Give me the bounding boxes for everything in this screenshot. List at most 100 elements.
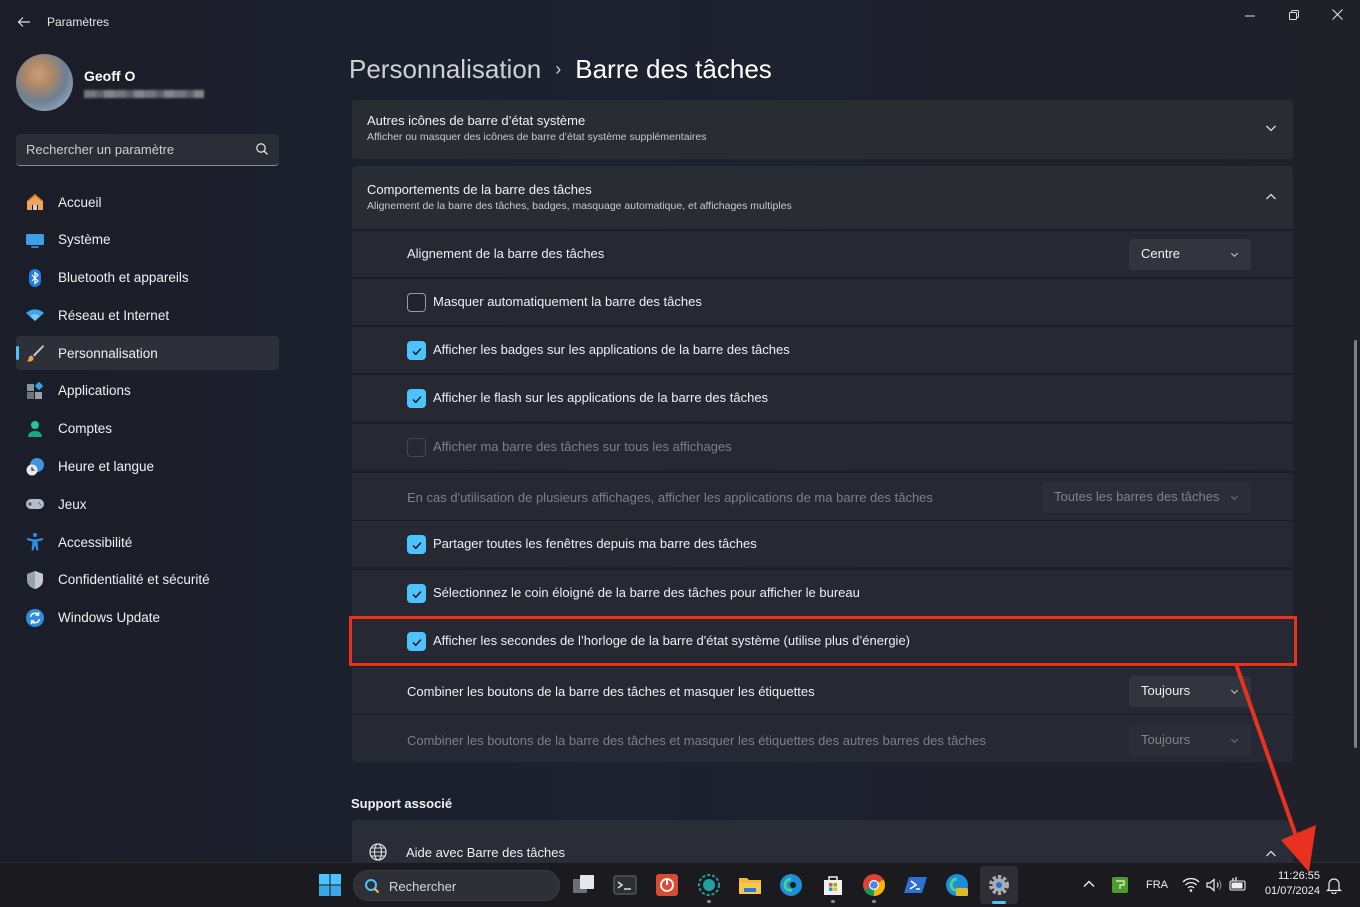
power-app-icon[interactable]	[655, 873, 679, 897]
chevron-down-icon	[1230, 495, 1239, 501]
chevron-up-icon[interactable]	[1265, 848, 1277, 860]
accessibility-icon	[27, 533, 43, 551]
restore-icon	[1289, 10, 1299, 20]
sidebar-item-reseau[interactable]: Réseau et Internet	[16, 298, 279, 332]
user-name: Geoff O	[84, 68, 136, 84]
combine-other-row: Combiner les boutons de la barre des tâc…	[352, 714, 1293, 762]
search-input[interactable]	[16, 134, 279, 165]
auto-hide-checkbox[interactable]	[407, 293, 426, 312]
terminal-icon[interactable]	[613, 873, 637, 897]
title-bar: Paramètres	[0, 0, 1360, 44]
combine-other-dropdown[interactable]: Toujours	[1129, 725, 1251, 756]
store-icon[interactable]	[821, 873, 845, 897]
checkbox-label: Partager toutes les fenêtres depuis ma b…	[433, 536, 757, 551]
battery-icon[interactable]	[1229, 876, 1247, 892]
avatar	[16, 54, 73, 111]
tray-app-icon[interactable]	[1111, 876, 1129, 894]
shield-icon	[27, 570, 43, 589]
sidebar-item-applications[interactable]: Applications	[16, 374, 279, 408]
task-view-icon[interactable]	[572, 873, 596, 897]
badges-row: Afficher les badges sur les applications…	[352, 326, 1293, 373]
all-displays-checkbox[interactable]	[407, 438, 426, 457]
restore-button[interactable]	[1272, 4, 1316, 28]
alignment-value: Centre	[1141, 246, 1181, 261]
taskbar: Rechercher FRA 11:26:55 01/07/2024	[0, 862, 1360, 907]
combine-dropdown[interactable]: Toujours	[1129, 676, 1251, 707]
clock-seconds-row: Afficher les secondes de l’horloge de la…	[352, 617, 1293, 664]
alignment-dropdown[interactable]: Centre	[1129, 239, 1251, 270]
clock-time: 11:26:55	[1277, 870, 1320, 882]
sidebar-item-comptes[interactable]: Comptes	[16, 412, 279, 446]
sidebar-item-jeux[interactable]: Jeux	[16, 487, 279, 521]
multi-display-label: En cas d'utilisation de plusieurs affich…	[407, 490, 933, 505]
clock-seconds-checkbox[interactable]	[407, 632, 426, 651]
sidebar-item-label: Bluetooth et appareils	[58, 270, 189, 286]
badges-checkbox[interactable]	[407, 341, 426, 360]
alignment-label: Alignement de la barre des tâches	[407, 246, 605, 261]
language-indicator[interactable]: FRA	[1146, 879, 1168, 891]
edge-canary-icon[interactable]	[945, 873, 969, 897]
close-button[interactable]	[1315, 4, 1359, 28]
system-clock[interactable]: 11:26:55 01/07/2024	[1254, 869, 1320, 899]
taskbar-search-label: Rechercher	[389, 879, 457, 894]
user-email-blurred	[84, 90, 204, 98]
sidebar-item-accueil[interactable]: Accueil	[16, 185, 279, 219]
share-windows-row: Partager toutes les fenêtres depuis ma b…	[352, 520, 1293, 567]
checkbox-label: Afficher le flash sur les applications d…	[433, 390, 769, 405]
sidebar-item-systeme[interactable]: Système	[16, 223, 279, 257]
settings-icon[interactable]	[987, 873, 1011, 897]
volume-icon[interactable]	[1205, 877, 1223, 893]
sidebar-item-label: Windows Update	[58, 610, 161, 626]
flash-checkbox[interactable]	[407, 389, 426, 408]
wifi-icon[interactable]	[1182, 877, 1200, 893]
card-title: Autres icônes de barre d’état système	[367, 113, 586, 128]
copilot-icon[interactable]	[697, 873, 721, 897]
sidebar-item-heure-langue[interactable]: Heure et langue	[16, 450, 279, 484]
multi-display-row: En cas d'utilisation de plusieurs affich…	[352, 472, 1293, 520]
chevron-up-icon[interactable]	[1265, 191, 1277, 203]
chevron-down-icon[interactable]	[1265, 122, 1277, 134]
sidebar-item-windows-update[interactable]: Windows Update	[16, 601, 279, 635]
scrollbar[interactable]	[1354, 340, 1357, 748]
taskbar-search[interactable]: Rechercher	[353, 870, 560, 901]
checkmark-icon	[412, 638, 422, 647]
sidebar-item-bluetooth[interactable]: Bluetooth et appareils	[16, 261, 279, 295]
chevron-down-icon	[1230, 689, 1239, 695]
help-taskbar-card[interactable]: Aide avec Barre des tâches	[352, 820, 1293, 862]
help-label: Aide avec Barre des tâches	[406, 845, 565, 860]
running-indicator	[707, 900, 711, 903]
sidebar-item-confidentialite[interactable]: Confidentialité et sécurité	[16, 563, 279, 597]
combine-row: Combiner les boutons de la barre des tâc…	[352, 666, 1293, 714]
back-button[interactable]	[12, 10, 36, 34]
tray-icons-card[interactable]: Autres icônes de barre d’état système Af…	[352, 100, 1293, 159]
start-icon[interactable]	[318, 873, 342, 897]
combine-label: Combiner les boutons de la barre des tâc…	[407, 684, 815, 699]
behaviors-card-header[interactable]: Comportements de la barre des tâches Ali…	[352, 166, 1293, 229]
file-explorer-icon[interactable]	[738, 873, 762, 897]
sidebar-item-label: Comptes	[58, 421, 113, 437]
far-corner-checkbox[interactable]	[407, 584, 426, 603]
notification-bell-icon[interactable]	[1326, 876, 1342, 894]
brush-icon	[26, 345, 44, 362]
globe-help-icon	[369, 843, 387, 861]
sidebar-item-accessibilite[interactable]: Accessibilité	[16, 525, 279, 559]
sidebar-item-personnalisation[interactable]: Personnalisation	[16, 336, 279, 371]
wifi-icon	[26, 309, 44, 322]
edge-icon[interactable]	[779, 873, 803, 897]
card-subtitle: Afficher ou masquer des icônes de barre …	[367, 131, 707, 143]
sidebar-item-label: Confidentialité et sécurité	[58, 572, 210, 588]
settings-search[interactable]	[16, 134, 279, 166]
checkmark-icon	[412, 347, 422, 356]
breadcrumb-parent[interactable]: Personnalisation	[349, 54, 541, 85]
back-arrow-icon	[17, 17, 30, 27]
multi-display-dropdown[interactable]: Toutes les barres des tâches	[1042, 482, 1251, 513]
powershell-icon[interactable]	[904, 873, 928, 897]
share-windows-checkbox[interactable]	[407, 535, 426, 554]
card-title: Comportements de la barre des tâches	[367, 182, 592, 197]
chrome-icon[interactable]	[862, 873, 886, 897]
search-icon	[365, 879, 380, 894]
minimize-button[interactable]	[1228, 4, 1272, 28]
combine-value: Toujours	[1141, 683, 1191, 698]
breadcrumb: Personnalisation › Barre des tâches	[349, 54, 772, 85]
show-hidden-icons-icon[interactable]	[1082, 877, 1096, 891]
